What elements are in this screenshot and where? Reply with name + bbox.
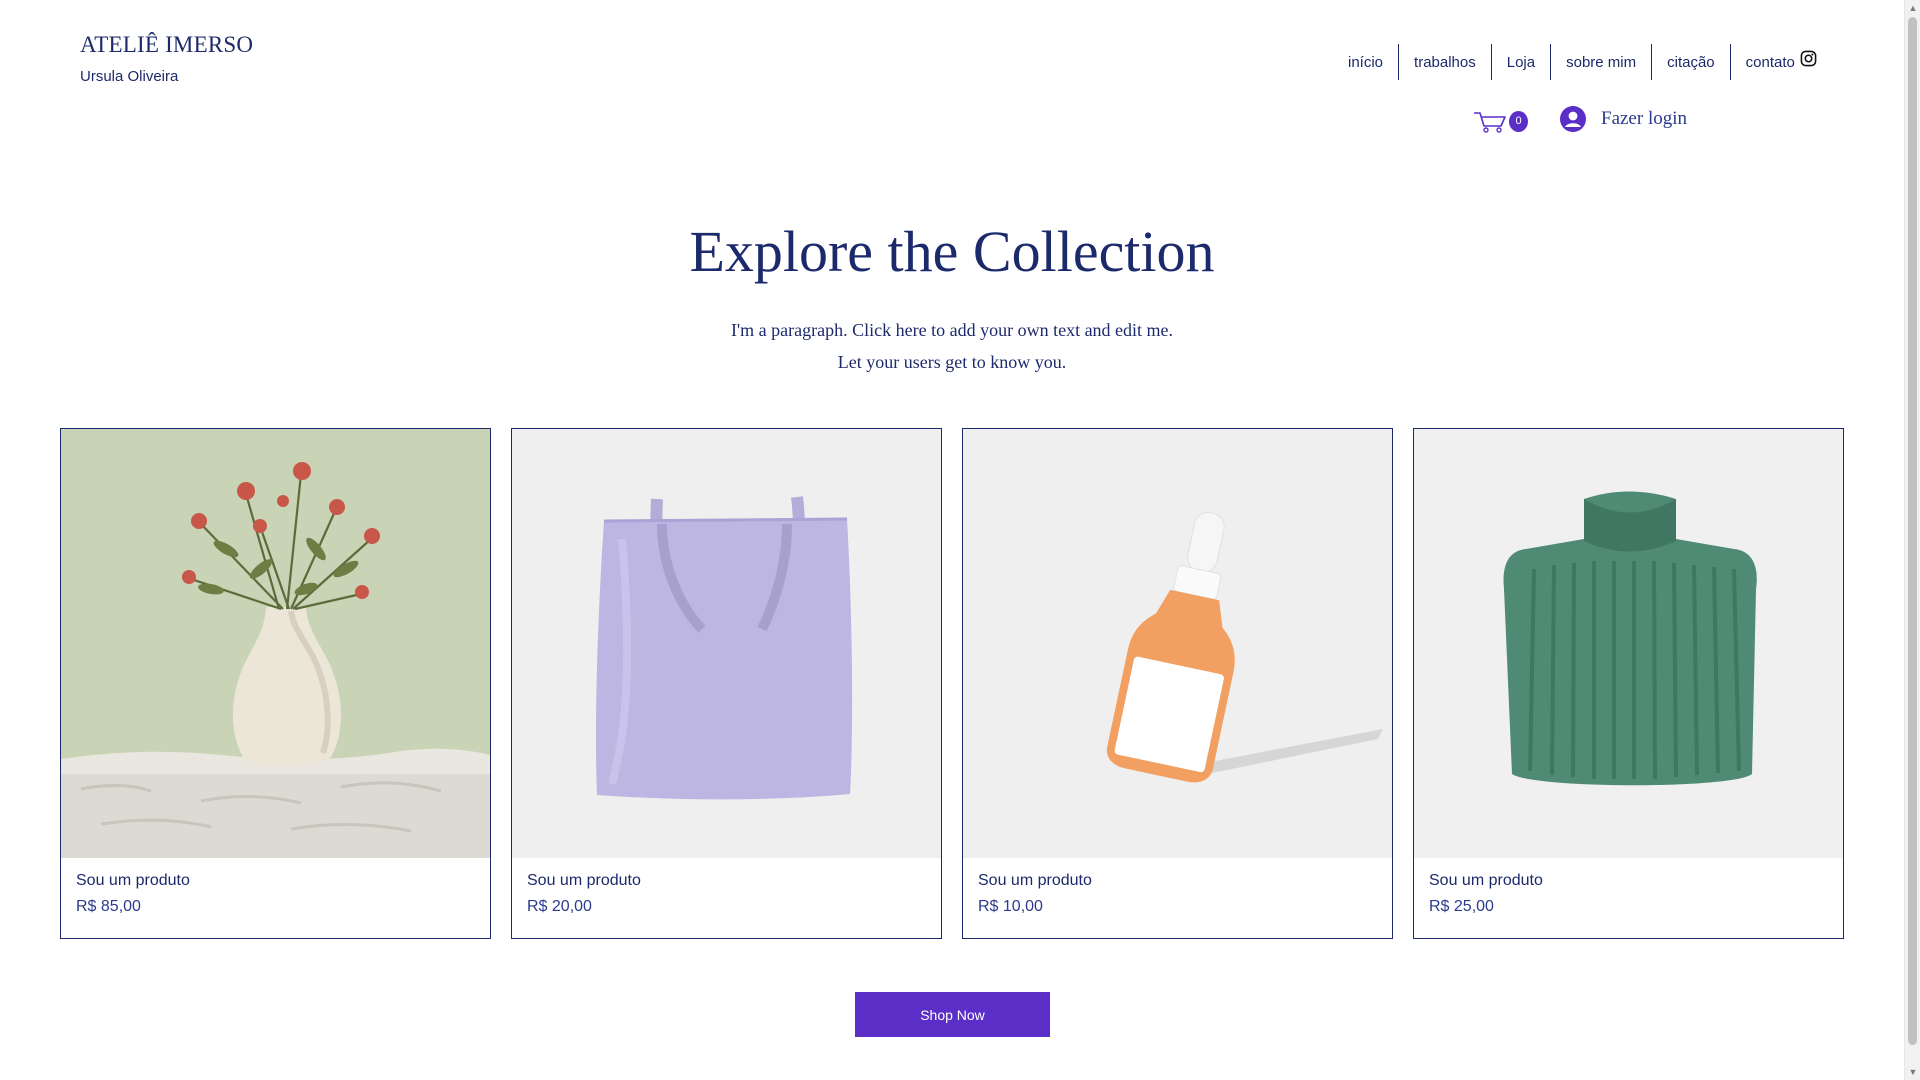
page-title: Explore the Collection [689,219,1215,284]
intro-line-1: I'm a paragraph. Click here to add your … [730,320,1174,340]
nav-item-inicio[interactable]: início [1333,44,1398,80]
user-avatar-icon [1560,106,1586,132]
instagram-icon[interactable] [1800,50,1817,67]
login-label: Fazer login [1601,108,1688,129]
main-nav: início trabalhos Loja sobre mim citação … [1333,44,1810,80]
nav-item-contato[interactable]: contato [1729,44,1810,80]
product-card[interactable]: Sou um produto R$ 10,00 [962,428,1393,939]
product-price: R$ 25,00 [1429,898,1494,915]
vertical-scrollbar[interactable]: ▲ ▼ [1904,0,1920,1080]
product-name[interactable]: Sou um produto [978,872,1377,890]
page: ATELIÊ IMERSO Ursula Oliveira início tra… [0,0,1904,1080]
product-card[interactable]: Sou um produto R$ 20,00 [511,428,942,939]
product-price: R$ 85,00 [76,898,141,915]
intro-line-2: Let your users get to know you. [837,352,1067,372]
nav-item-loja[interactable]: Loja [1490,44,1550,80]
nav-item-sobre-mim[interactable]: sobre mim [1550,44,1651,80]
product-price: R$ 20,00 [527,898,592,915]
scroll-down-arrow-icon[interactable]: ▼ [1905,1064,1920,1080]
scrollbar-thumb[interactable] [1908,17,1917,1045]
nav-item-trabalhos[interactable]: trabalhos [1398,44,1491,80]
product-image-sweater[interactable] [1414,429,1843,858]
product-card[interactable]: Sou um produto R$ 85,00 [60,428,491,939]
product-name[interactable]: Sou um produto [1429,872,1828,890]
site-title[interactable]: ATELIÊ IMERSO [80,32,253,58]
brand: ATELIÊ IMERSO Ursula Oliveira [80,32,253,85]
product-name[interactable]: Sou um produto [527,872,926,890]
product-card[interactable]: Sou um produto R$ 25,00 [1413,428,1844,939]
product-gallery: Sou um produto R$ 85,00 Sou um produto R… [60,428,1844,939]
nav-item-citacao[interactable]: citação [1651,44,1730,80]
site-subtitle: Ursula Oliveira [80,68,179,85]
product-image-tote[interactable] [512,429,941,858]
product-image-vase[interactable] [61,429,490,858]
product-name[interactable]: Sou um produto [76,872,475,890]
product-image-serum[interactable] [963,429,1392,858]
scroll-up-arrow-icon[interactable]: ▲ [1905,0,1920,16]
shop-now-button[interactable]: Shop Now [855,992,1050,1037]
product-price: R$ 10,00 [978,898,1043,915]
login-button[interactable]: Fazer login [1560,106,1687,132]
cart-count-badge[interactable]: 0 [1509,111,1528,132]
intro-paragraph: I'm a paragraph. Click here to add your … [0,314,1904,378]
